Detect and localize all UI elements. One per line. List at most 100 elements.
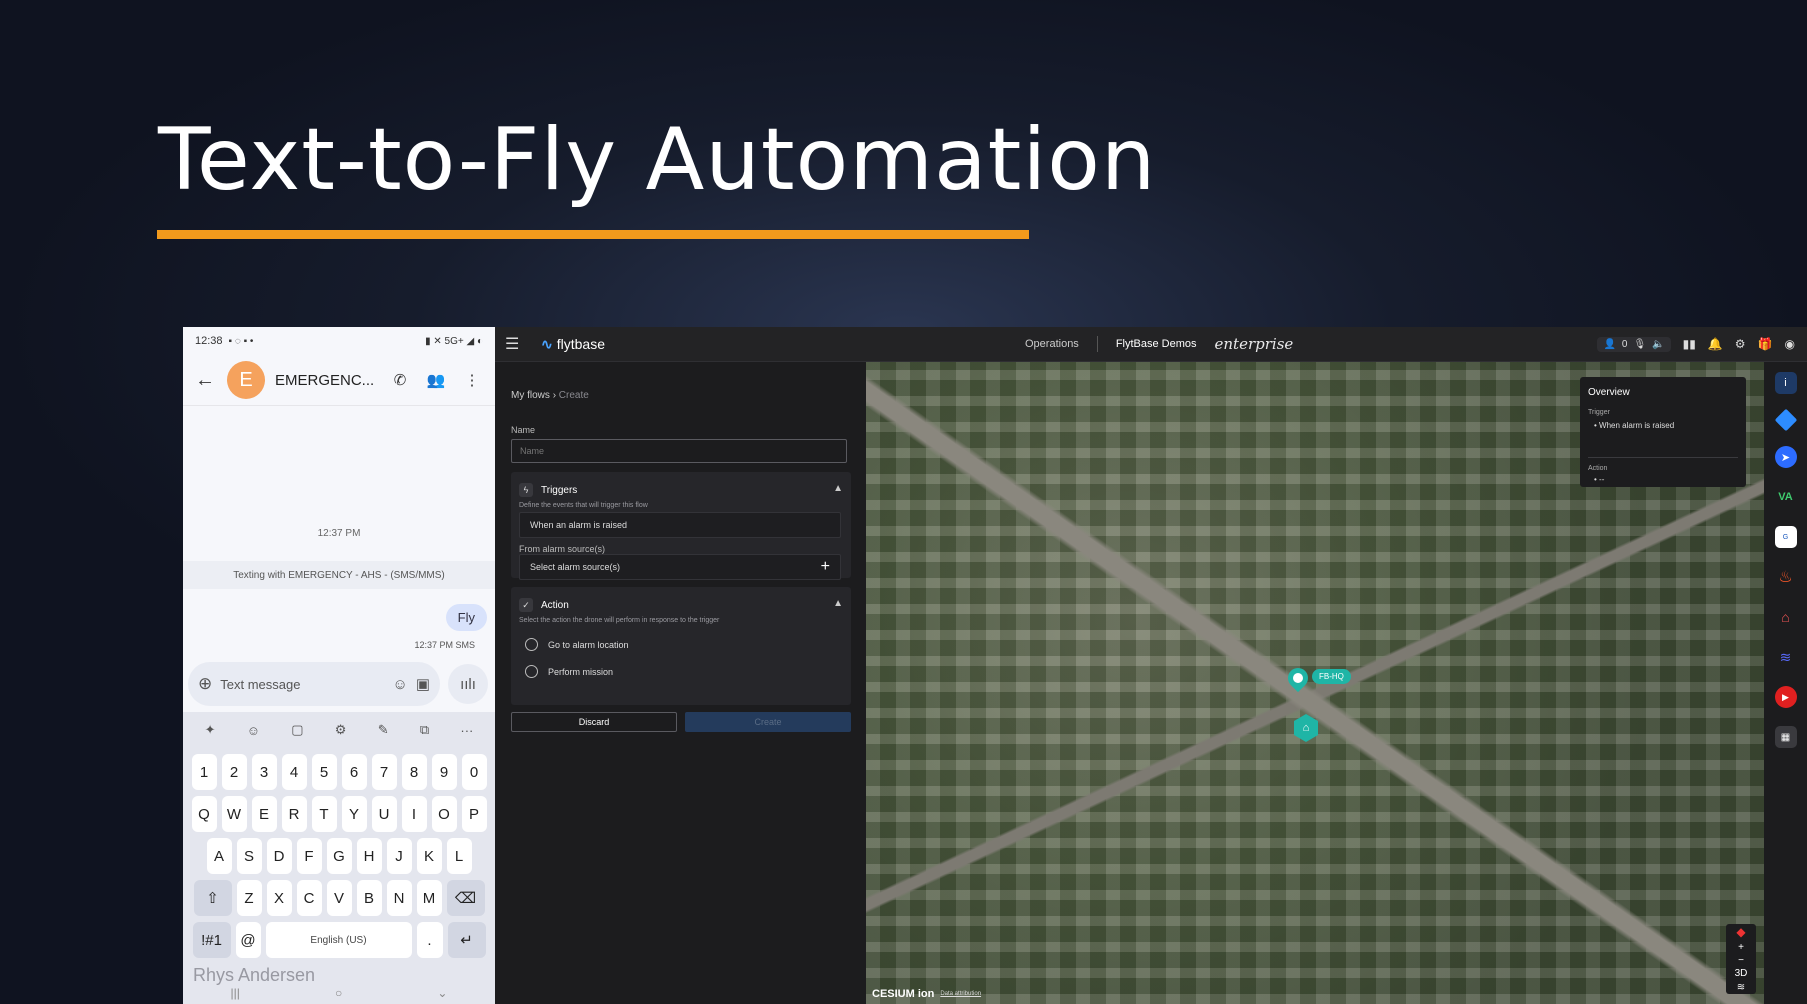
gallery-icon[interactable]: ▣ bbox=[416, 675, 430, 693]
radio-go-to-alarm[interactable]: Go to alarm location bbox=[525, 638, 629, 651]
key[interactable]: K bbox=[416, 838, 442, 874]
satellite-map[interactable]: Overview Trigger • When alarm is raised … bbox=[866, 362, 1764, 1004]
key[interactable]: 0 bbox=[461, 754, 487, 790]
emoji-keyboard-icon[interactable]: ☺ bbox=[247, 723, 260, 738]
key[interactable]: 6 bbox=[341, 754, 367, 790]
key[interactable]: X bbox=[266, 880, 292, 916]
key[interactable]: H bbox=[356, 838, 382, 874]
key[interactable]: C bbox=[296, 880, 322, 916]
recent-apps-icon[interactable]: ||| bbox=[231, 986, 240, 1000]
key[interactable]: M bbox=[416, 880, 442, 916]
key[interactable]: A bbox=[206, 838, 232, 874]
key[interactable]: J bbox=[386, 838, 412, 874]
live-icon[interactable]: ▶ bbox=[1774, 686, 1797, 708]
key[interactable]: B bbox=[356, 880, 382, 916]
diamond-icon[interactable] bbox=[1774, 408, 1797, 432]
key[interactable]: Q bbox=[191, 796, 217, 832]
avatar[interactable]: E bbox=[227, 361, 265, 399]
action-header[interactable]: ✓ Action bbox=[519, 598, 569, 612]
key[interactable]: U bbox=[371, 796, 397, 832]
create-button[interactable]: Create bbox=[685, 712, 851, 732]
org-name[interactable]: FlytBase Demos bbox=[1116, 338, 1197, 350]
key[interactable]: L bbox=[446, 838, 472, 874]
breadcrumb-my-flows[interactable]: My flows bbox=[511, 390, 550, 401]
triggers-header[interactable]: ϟ Triggers bbox=[519, 483, 577, 497]
key[interactable]: N bbox=[386, 880, 412, 916]
chart-icon[interactable]: ▮▮ bbox=[1683, 337, 1696, 351]
info-icon[interactable]: i bbox=[1774, 372, 1797, 394]
key[interactable]: 3 bbox=[251, 754, 277, 790]
dock-icon[interactable]: ⌂ bbox=[1294, 714, 1318, 742]
chevron-up-icon[interactable]: ▲ bbox=[833, 598, 843, 609]
add-attachment-icon[interactable]: ⊕ bbox=[198, 674, 212, 694]
backspace-key-icon[interactable]: ⌫ bbox=[446, 880, 485, 916]
settings-icon[interactable]: ⚙ bbox=[335, 722, 347, 738]
key[interactable]: S bbox=[236, 838, 262, 874]
trigger-select[interactable]: When an alarm is raised bbox=[519, 512, 841, 538]
navigation-icon[interactable]: ➤ bbox=[1774, 446, 1797, 468]
flow-name-input[interactable] bbox=[511, 439, 847, 463]
key[interactable]: F bbox=[296, 838, 322, 874]
data-attribution-link[interactable]: Data attribution bbox=[940, 991, 981, 997]
bell-icon[interactable]: 🔔 bbox=[1708, 337, 1723, 351]
status-pill[interactable]: 👤 0 🎙 🔈 bbox=[1597, 336, 1671, 352]
alarm-source-select[interactable]: Select alarm source(s) + bbox=[519, 554, 841, 580]
fire-icon[interactable]: ♨ bbox=[1775, 566, 1797, 588]
key[interactable]: 8 bbox=[401, 754, 427, 790]
logo[interactable]: ∿ flytbase bbox=[541, 336, 605, 353]
key[interactable]: 9 bbox=[431, 754, 457, 790]
settings-icon[interactable]: ⚙ bbox=[1735, 337, 1746, 351]
key[interactable]: P bbox=[461, 796, 487, 832]
at-key[interactable]: @ bbox=[235, 922, 261, 958]
zoom-in-icon[interactable]: + bbox=[1738, 942, 1744, 953]
add-contact-icon[interactable]: 👥 bbox=[423, 371, 449, 389]
key[interactable]: 5 bbox=[311, 754, 337, 790]
key[interactable]: R bbox=[281, 796, 307, 832]
genetec-icon[interactable]: G bbox=[1774, 526, 1797, 548]
marker-label[interactable]: FB-HQ bbox=[1312, 669, 1351, 684]
key[interactable]: 1 bbox=[191, 754, 217, 790]
key[interactable]: Z bbox=[236, 880, 262, 916]
phone-call-icon[interactable]: ✆ bbox=[387, 371, 413, 389]
compose-field[interactable]: ⊕ Text message ☺ ▣ bbox=[188, 662, 440, 706]
voice-input-icon[interactable]: ıılı bbox=[448, 664, 488, 704]
more-icon[interactable]: ··· bbox=[460, 723, 473, 738]
alert-icon[interactable]: ⌂ bbox=[1775, 606, 1797, 628]
back-arrow-icon[interactable]: ← bbox=[193, 369, 217, 392]
key[interactable]: 7 bbox=[371, 754, 397, 790]
message-bubble[interactable]: Fly bbox=[445, 604, 487, 631]
more-options-icon[interactable]: ⋮ bbox=[459, 371, 485, 389]
hamburger-menu-icon[interactable]: ☰ bbox=[505, 334, 527, 354]
text-message-input[interactable]: Text message bbox=[220, 677, 384, 692]
ai-sparkle-icon[interactable]: ✦ bbox=[205, 722, 216, 738]
space-key[interactable]: English (US) bbox=[265, 922, 412, 958]
handwriting-icon[interactable]: ✎ bbox=[378, 722, 389, 738]
contact-name[interactable]: EMERGENC... bbox=[275, 372, 377, 389]
chevron-up-icon[interactable]: ▲ bbox=[833, 483, 843, 494]
sticker-icon[interactable]: ▢ bbox=[291, 722, 303, 738]
key[interactable]: O bbox=[431, 796, 457, 832]
compass-icon[interactable]: ◆ bbox=[1736, 925, 1745, 939]
key[interactable]: W bbox=[221, 796, 247, 832]
key[interactable]: 4 bbox=[281, 754, 307, 790]
emoji-icon[interactable]: ☺ bbox=[392, 676, 407, 693]
key[interactable]: Y bbox=[341, 796, 367, 832]
zoom-out-icon[interactable]: − bbox=[1738, 955, 1744, 966]
translate-icon[interactable]: ⧉ bbox=[420, 722, 429, 738]
enter-key-icon[interactable]: ↵ bbox=[447, 922, 486, 958]
radio-circle[interactable] bbox=[525, 638, 538, 651]
layers-icon[interactable]: ≋ bbox=[1737, 982, 1745, 993]
hide-keyboard-icon[interactable]: ⌄ bbox=[437, 986, 447, 1000]
discard-button[interactable]: Discard bbox=[511, 712, 677, 732]
location-pin-icon[interactable] bbox=[1283, 663, 1313, 693]
mode-3d-toggle[interactable]: 3D bbox=[1735, 968, 1748, 979]
key[interactable]: T bbox=[311, 796, 337, 832]
grid-icon[interactable]: ▦ bbox=[1774, 726, 1797, 748]
radio-perform-mission[interactable]: Perform mission bbox=[525, 665, 613, 678]
shift-key-icon[interactable]: ⇧ bbox=[193, 880, 232, 916]
account-icon[interactable]: ◉ bbox=[1785, 337, 1795, 351]
plus-icon[interactable]: + bbox=[821, 558, 830, 576]
key[interactable]: 2 bbox=[221, 754, 247, 790]
key[interactable]: G bbox=[326, 838, 352, 874]
key[interactable]: D bbox=[266, 838, 292, 874]
